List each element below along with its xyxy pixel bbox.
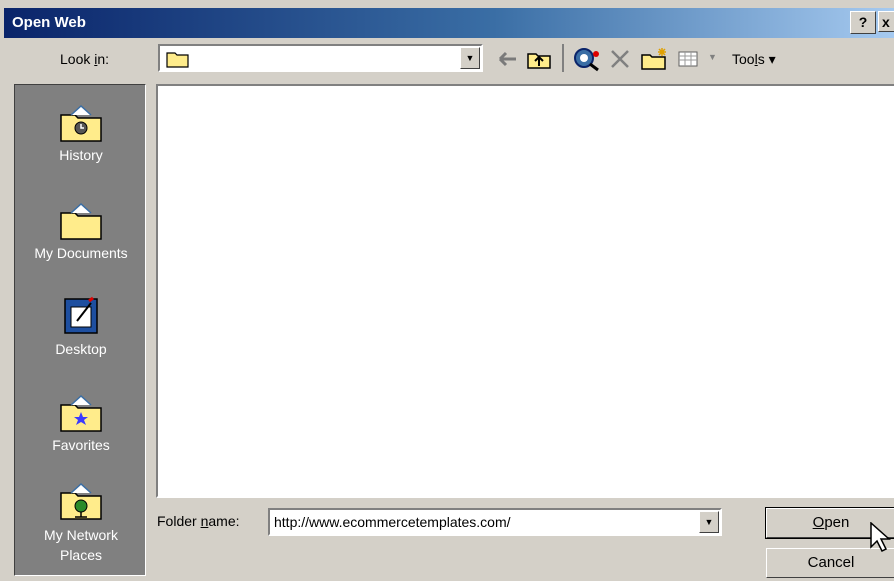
search-web-icon[interactable] xyxy=(572,46,602,72)
tools-menu[interactable]: Tools ▾ xyxy=(732,51,776,68)
favorites-folder-icon xyxy=(60,394,102,432)
close-button[interactable]: x xyxy=(878,11,894,32)
folder-name-label: Folder name: xyxy=(157,513,240,529)
views-icon[interactable] xyxy=(677,46,699,72)
places-my-network-places[interactable]: My Network Places xyxy=(15,481,147,565)
create-new-folder-icon[interactable] xyxy=(640,46,670,72)
mouse-pointer-icon xyxy=(870,522,891,553)
places-label: Favorites xyxy=(52,437,110,453)
history-folder-icon xyxy=(60,104,102,142)
places-label: My Documents xyxy=(34,245,128,261)
places-favorites[interactable]: Favorites xyxy=(15,393,147,453)
folder-name-value: http://www.ecommercetemplates.com/ xyxy=(274,514,511,530)
places-bar: History My Documents Desktop Favorites M… xyxy=(14,84,146,576)
places-label: History xyxy=(59,147,103,163)
open-web-dialog: Open Web ? x Look in: ▼ ▼ Tools ▾ Histor… xyxy=(0,0,894,581)
places-label: Desktop xyxy=(55,341,107,357)
folder-icon xyxy=(166,52,189,68)
places-history[interactable]: History xyxy=(15,103,147,163)
places-desktop[interactable]: Desktop xyxy=(15,295,147,357)
title-bar[interactable]: Open Web xyxy=(4,8,894,38)
help-button[interactable]: ? xyxy=(850,11,876,34)
toolbar-separator xyxy=(562,44,564,72)
network-places-icon xyxy=(60,482,102,520)
dialog-title: Open Web xyxy=(12,14,86,31)
folder-name-input[interactable]: http://www.ecommercetemplates.com/ ▼ xyxy=(268,508,722,536)
look-in-dropdown-arrow[interactable]: ▼ xyxy=(460,47,480,69)
places-my-documents[interactable]: My Documents xyxy=(15,201,147,261)
views-dropdown-arrow[interactable]: ▼ xyxy=(708,52,717,62)
desktop-icon xyxy=(64,296,98,334)
look-in-label: Look in: xyxy=(60,51,110,67)
folder-name-dropdown-arrow[interactable]: ▼ xyxy=(699,511,719,533)
file-list-area[interactable] xyxy=(156,84,894,498)
up-one-level-icon[interactable] xyxy=(526,46,552,72)
delete-icon[interactable] xyxy=(608,46,632,72)
places-label: My Network Places xyxy=(44,527,118,563)
back-arrow-icon[interactable] xyxy=(497,46,519,72)
look-in-dropdown[interactable]: ▼ xyxy=(158,44,483,72)
my-documents-folder-icon xyxy=(60,202,102,240)
